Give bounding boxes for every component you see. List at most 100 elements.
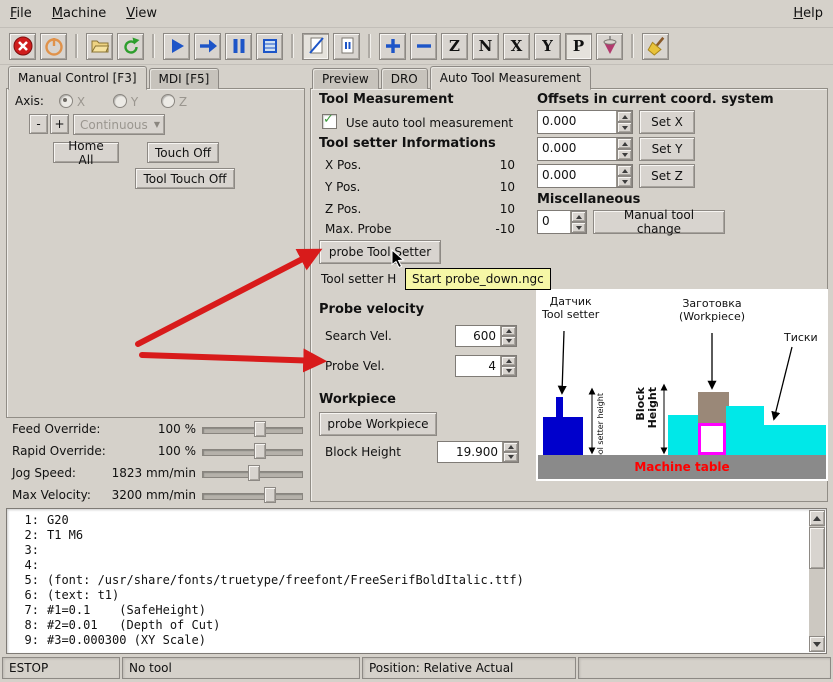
machine-power-button[interactable] — [40, 32, 67, 60]
tab-manual-control[interactable]: Manual Control [F3] — [8, 66, 147, 90]
spin-up-button[interactable] — [617, 111, 632, 122]
axis-x-radio[interactable]: X — [59, 94, 85, 109]
slider-handle[interactable] — [264, 487, 276, 503]
toggle-skip-lines-button[interactable] — [302, 32, 329, 60]
probe-tool-setter-button[interactable]: probe Tool Setter — [319, 240, 441, 264]
spin-down-button[interactable] — [617, 122, 632, 133]
max-velocity-slider[interactable] — [202, 487, 303, 503]
offset-x-spinbox: 0.000 — [537, 110, 633, 134]
set-y-button[interactable]: Set Y — [639, 137, 695, 161]
tool-setter-height-label: Tool setter H — [321, 272, 397, 286]
open-file-button[interactable] — [86, 32, 113, 60]
jog-speed-slider[interactable] — [202, 465, 303, 481]
search-vel-input[interactable]: 600 — [456, 326, 500, 346]
spin-down-button[interactable] — [501, 336, 516, 346]
gcode-line[interactable]: 5: (font: /usr/share/fonts/truetype/freef… — [11, 573, 806, 588]
set-z-button[interactable]: Set Z — [639, 164, 695, 188]
jog-minus-button[interactable]: - — [29, 114, 48, 134]
gcode-line[interactable]: 7: #1=0.1 (SafeHeight) — [11, 603, 806, 618]
spin-down-button[interactable] — [617, 176, 632, 187]
gcode-scrollbar[interactable] — [809, 510, 825, 652]
menu-view[interactable]: View — [126, 6, 157, 21]
tab-preview[interactable]: Preview — [312, 68, 379, 89]
offset-z-input[interactable]: 0.000 — [538, 165, 616, 187]
pause-button[interactable] — [225, 32, 252, 60]
view-z-button[interactable]: Z — [441, 32, 468, 60]
jog-plus-button[interactable]: + — [50, 114, 69, 134]
home-all-button[interactable]: Home All — [53, 139, 119, 167]
tool-touch-off-button[interactable]: Tool Touch Off — [135, 168, 235, 189]
gcode-listing[interactable]: 1: G20 2: T1 M6 3: 4: 5: (font: /usr/share/… — [6, 508, 827, 654]
spin-up-button[interactable] — [617, 138, 632, 149]
gcode-line[interactable]: 6: (text: t1) — [11, 588, 806, 603]
estop-icon — [13, 36, 32, 56]
gcode-line[interactable]: 2: T1 M6 — [11, 528, 806, 543]
manual-tool-change-button[interactable]: Manual tool change — [593, 208, 725, 236]
view-y-button[interactable]: Y — [534, 32, 561, 60]
scrollbar-thumb[interactable] — [809, 527, 825, 569]
slider-handle[interactable] — [248, 465, 260, 481]
slider-handle[interactable] — [254, 421, 266, 437]
scroll-up-button[interactable] — [809, 510, 825, 526]
axis-y-radio[interactable]: Y — [113, 94, 138, 109]
gcode-line[interactable]: 8: #2=0.01 (Depth of Cut) — [11, 618, 806, 633]
tool-setter-info-title: Tool setter Informations — [319, 136, 496, 151]
feed-override-slider[interactable] — [202, 421, 303, 437]
tab-dro[interactable]: DRO — [380, 68, 428, 89]
estop-button[interactable] — [9, 32, 36, 60]
reload-file-button[interactable] — [117, 32, 144, 60]
menu-file[interactable]: File — [10, 6, 32, 21]
spin-up-button[interactable] — [571, 211, 586, 222]
slider-handle[interactable] — [254, 443, 266, 459]
spin-down-button[interactable] — [501, 366, 516, 376]
rapid-override-slider[interactable] — [202, 443, 303, 459]
gcode-line[interactable]: 3: — [11, 543, 806, 558]
set-x-button[interactable]: Set X — [639, 110, 695, 134]
rotate-view-button[interactable] — [596, 32, 623, 60]
toggle-optional-pause-button[interactable] — [333, 32, 360, 60]
offset-x-input[interactable]: 0.000 — [538, 111, 616, 133]
use-auto-tool-measurement-checkbox[interactable]: Use auto tool measurement — [322, 112, 513, 130]
spin-down-button[interactable] — [503, 452, 518, 462]
gcode-line[interactable]: 1: G20 — [11, 513, 806, 528]
menu-machine[interactable]: Machine — [52, 6, 106, 21]
workpiece-clamp — [698, 423, 726, 455]
probe-workpiece-button[interactable]: probe Workpiece — [319, 412, 437, 436]
tab-auto-tool-measurement[interactable]: Auto Tool Measurement — [429, 66, 591, 90]
vise-left-jaw — [668, 415, 698, 455]
misc-input[interactable]: 0 — [538, 211, 570, 233]
run-button[interactable] — [163, 32, 190, 60]
probe-vel-input[interactable]: 4 — [456, 356, 500, 376]
menu-help[interactable]: Help — [793, 6, 823, 21]
offset-y-input[interactable]: 0.000 — [538, 138, 616, 160]
misc-spinbox: 0 — [537, 210, 587, 234]
spin-up-button[interactable] — [617, 165, 632, 176]
view-p-button[interactable]: P — [565, 32, 592, 60]
spin-down-button[interactable] — [571, 222, 586, 233]
tab-mdi[interactable]: MDI [F5] — [148, 68, 220, 89]
zoom-out-button[interactable] — [410, 32, 437, 60]
axis-z-radio[interactable]: Z — [161, 94, 187, 109]
pause-icon — [233, 39, 244, 53]
toolbar-separator — [368, 34, 371, 58]
spin-up-button[interactable] — [503, 442, 518, 452]
gcode-line[interactable]: 9: #3=0.000300 (XY Scale) — [11, 633, 806, 648]
spin-up-button[interactable] — [501, 326, 516, 336]
step-button[interactable] — [194, 32, 221, 60]
spin-down-button[interactable] — [617, 149, 632, 160]
clear-plot-button[interactable] — [642, 32, 669, 60]
vise-right-step — [726, 406, 764, 426]
probe-tooltip: Start probe_down.ngc — [405, 268, 551, 290]
spin-up-button[interactable] — [501, 356, 516, 366]
touch-off-button[interactable]: Touch Off — [147, 142, 219, 163]
block-height-input[interactable]: 19.900 — [438, 442, 502, 462]
scroll-down-button[interactable] — [809, 636, 825, 652]
gcode-line[interactable]: 4: — [11, 558, 806, 573]
probe-vel-spinbox: 4 — [455, 355, 517, 377]
machine-table: Machine table — [538, 455, 826, 479]
zoom-in-button[interactable] — [379, 32, 406, 60]
view-x-button[interactable]: X — [503, 32, 530, 60]
view-z-rotated-button[interactable]: N — [472, 32, 499, 60]
jog-mode-select[interactable]: Continuous ▼ — [73, 114, 165, 135]
stop-button[interactable] — [256, 32, 283, 60]
